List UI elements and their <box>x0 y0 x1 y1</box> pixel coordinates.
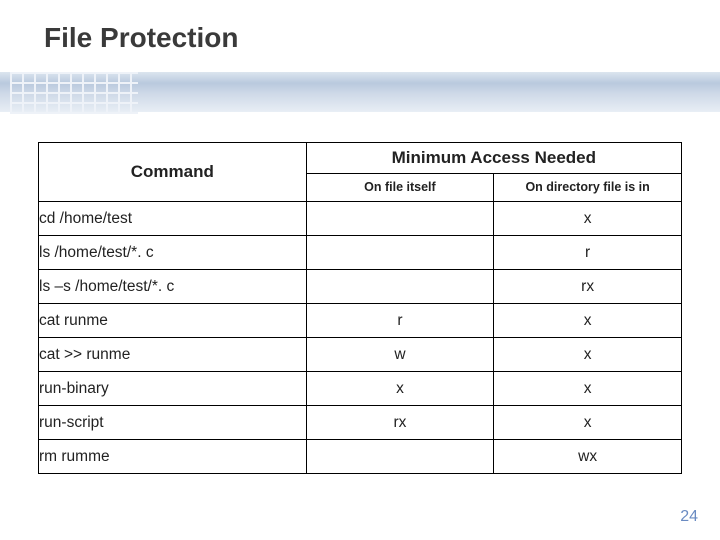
cell-command: ls –s /home/test/*. c <box>39 270 307 304</box>
cell-dir: wx <box>494 440 682 474</box>
cell-file: rx <box>306 406 494 440</box>
subheader-dir: On directory file is in <box>494 173 682 201</box>
cell-command: cd /home/test <box>39 202 307 236</box>
cell-command: run-binary <box>39 372 307 406</box>
header-min-access: Minimum Access Needed <box>306 143 681 174</box>
cell-command: cat >> runme <box>39 338 307 372</box>
table-header-row: Command Minimum Access Needed <box>39 143 682 174</box>
table-row: run-binary x x <box>39 372 682 406</box>
table-row: ls –s /home/test/*. c rx <box>39 270 682 304</box>
table-row: run-script rx x <box>39 406 682 440</box>
permissions-table: Command Minimum Access Needed On file it… <box>38 142 682 474</box>
header-command: Command <box>39 143 307 202</box>
cell-command: rm rumme <box>39 440 307 474</box>
cell-command: cat runme <box>39 304 307 338</box>
table-row: cat >> runme w x <box>39 338 682 372</box>
cell-dir: rx <box>494 270 682 304</box>
cell-file: w <box>306 338 494 372</box>
cell-dir: r <box>494 236 682 270</box>
cell-dir: x <box>494 406 682 440</box>
table-row: rm rumme wx <box>39 440 682 474</box>
slide-title: File Protection <box>44 22 238 54</box>
cell-dir: x <box>494 338 682 372</box>
cell-dir: x <box>494 202 682 236</box>
cell-file: r <box>306 304 494 338</box>
cell-file <box>306 440 494 474</box>
cell-file: x <box>306 372 494 406</box>
cell-file <box>306 236 494 270</box>
table-row: ls /home/test/*. c r <box>39 236 682 270</box>
page-number: 24 <box>680 508 698 526</box>
cell-command: ls /home/test/*. c <box>39 236 307 270</box>
subheader-file: On file itself <box>306 173 494 201</box>
cell-file <box>306 202 494 236</box>
table-row: cat runme r x <box>39 304 682 338</box>
cell-command: run-script <box>39 406 307 440</box>
cell-file <box>306 270 494 304</box>
table-row: cd /home/test x <box>39 202 682 236</box>
cell-dir: x <box>494 304 682 338</box>
cell-dir: x <box>494 372 682 406</box>
